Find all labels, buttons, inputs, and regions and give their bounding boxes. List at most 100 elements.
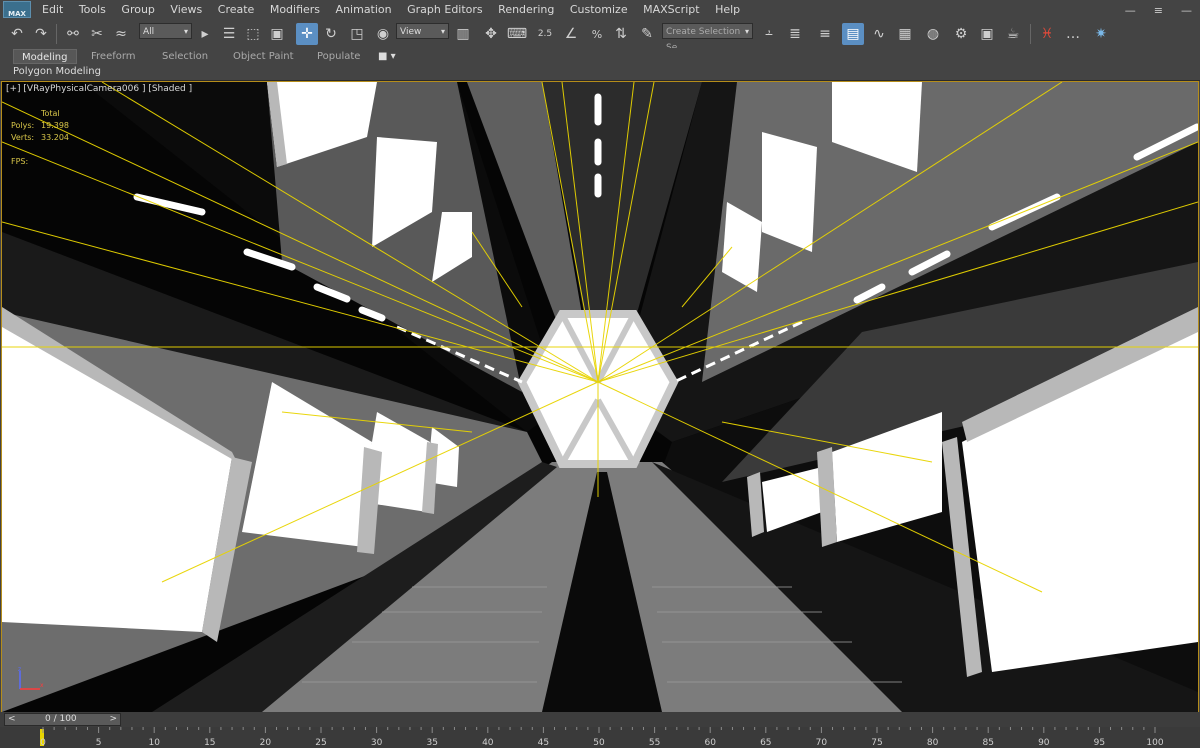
tab-freeform[interactable]: Freeform bbox=[91, 49, 136, 64]
menu-edit[interactable]: Edit bbox=[42, 0, 72, 20]
frame-tick-label: 95 bbox=[1094, 738, 1105, 748]
align-icon[interactable]: ≣ bbox=[784, 23, 806, 45]
app-logo[interactable]: MAX bbox=[3, 1, 31, 18]
render-setup-icon[interactable]: ⚙ bbox=[950, 23, 972, 45]
unlink-icon[interactable]: ✂ bbox=[86, 23, 108, 45]
frame-tick-label: 35 bbox=[426, 738, 437, 748]
track-ruler: 0 5 10 15 20 25 30 35 40 45 50 55 60 65 70 75 80 85 90 95 10… bbox=[0, 727, 1200, 748]
tab-modeling[interactable]: Modeling bbox=[13, 49, 77, 64]
next-frame-button[interactable]: > bbox=[109, 714, 117, 725]
bind-space-warp-icon[interactable]: ≈ bbox=[110, 23, 132, 45]
prev-frame-button[interactable]: < bbox=[8, 714, 16, 725]
camera-viewport[interactable]: [+] [VRayPhysicalCamera006 ] [Shaded ] T… bbox=[1, 81, 1199, 713]
polygon-modeling-label[interactable]: Polygon Modeling bbox=[13, 65, 101, 79]
frame-tick-label: 50 bbox=[593, 738, 605, 748]
rendered-frame-icon[interactable]: ▣ bbox=[976, 23, 998, 45]
stats-verts-label: Verts: bbox=[11, 133, 35, 142]
scene-explorer-icon[interactable]: ▤ bbox=[842, 23, 864, 45]
viewport-label[interactable]: [+] [VRayPhysicalCamera006 ] [Shaded ] bbox=[6, 84, 192, 94]
undo-icon[interactable]: ↶ bbox=[6, 23, 28, 45]
svg-text:z: z bbox=[18, 667, 21, 673]
selection-filter-dropdown[interactable]: All ▾ bbox=[139, 23, 192, 39]
curve-editor-icon[interactable]: ∿ bbox=[868, 23, 890, 45]
tab-populate[interactable]: Populate bbox=[317, 49, 360, 64]
menu-help[interactable]: Help bbox=[715, 0, 749, 20]
link-icon[interactable]: ⚯ bbox=[62, 23, 84, 45]
time-slider[interactable]: < 0 / 100 > bbox=[4, 713, 121, 726]
frame-tick-label: 100 bbox=[1146, 738, 1163, 748]
toolbar-divider bbox=[1030, 24, 1031, 44]
move-icon[interactable]: ✛ bbox=[296, 23, 318, 45]
layer-manager-icon[interactable]: ≡ bbox=[814, 23, 836, 45]
main-toolbar: ↶ ↷ ⚯ ✂ ≈ All ▾ ▸ ☰ ⬚ ▣ ✛ ↻ ◳ ◉ View ▾ ▥ ✥… bbox=[0, 20, 1200, 53]
menu-create[interactable]: Create bbox=[218, 0, 263, 20]
frame-tick-label: 65 bbox=[760, 738, 771, 748]
pivot-center-icon[interactable]: ▥ bbox=[452, 23, 474, 45]
window-crossing-icon[interactable]: ▣ bbox=[266, 23, 288, 45]
toolbar-divider bbox=[56, 24, 57, 44]
menu-rendering[interactable]: Rendering bbox=[498, 0, 563, 20]
frame-display: 0 / 100 bbox=[45, 714, 77, 724]
schematic-view-icon[interactable]: ▦ bbox=[894, 23, 916, 45]
frame-tick-label: 30 bbox=[371, 738, 383, 748]
track-bar[interactable]: 0 5 10 15 20 25 30 35 40 45 50 55 60 65 70 75 80 85 90 95 10… bbox=[0, 727, 1200, 748]
menu-customize[interactable]: Customize bbox=[570, 0, 636, 20]
percent-snap-icon[interactable]: % bbox=[586, 23, 608, 45]
scene-statistics: Total Polys: 19.398 Verts: 33.204 FPS: bbox=[11, 108, 69, 168]
stats-polys-value: 19.398 bbox=[41, 121, 69, 130]
keyboard-shortcut-icon[interactable]: ⌨ bbox=[506, 23, 528, 45]
select-object-icon[interactable]: ▸ bbox=[194, 23, 216, 45]
frame-tick-label: 40 bbox=[482, 738, 494, 748]
ribbon: Modeling Freeform Selection Object Paint… bbox=[0, 48, 1200, 65]
frame-tick-label: 80 bbox=[927, 738, 939, 748]
mirror-icon[interactable]: ⨩ bbox=[758, 23, 780, 45]
frame-tick-label: 15 bbox=[204, 738, 215, 748]
redo-icon[interactable]: ↷ bbox=[30, 23, 52, 45]
tab-object-paint[interactable]: Object Paint bbox=[233, 49, 294, 64]
tab-selection[interactable]: Selection bbox=[162, 49, 208, 64]
named-selection-dropdown[interactable]: Create Selection Se▾ bbox=[662, 23, 753, 53]
minimize-icon[interactable]: — bbox=[1125, 4, 1136, 17]
rect-selection-icon[interactable]: ⬚ bbox=[242, 23, 264, 45]
stats-total-label: Total bbox=[41, 109, 60, 118]
scale-icon[interactable]: ◳ bbox=[346, 23, 368, 45]
snap-toggle-icon[interactable]: 2.5 bbox=[534, 23, 556, 45]
angle-snap-icon[interactable]: ∠ bbox=[560, 23, 582, 45]
menu-animation[interactable]: Animation bbox=[336, 0, 401, 20]
ribbon-panel: Polygon Modeling bbox=[0, 65, 1200, 81]
select-manipulate-icon[interactable]: ✥ bbox=[480, 23, 502, 45]
frame-tick-label: 45 bbox=[538, 738, 549, 748]
stats-polys-label: Polys: bbox=[11, 121, 35, 130]
reference-coord-dropdown[interactable]: View ▾ bbox=[396, 23, 449, 39]
frame-tick-label: 85 bbox=[982, 738, 993, 748]
vray-frame-buffer-icon[interactable]: ✷ bbox=[1090, 23, 1112, 45]
edit-named-selection-icon[interactable]: ✎ bbox=[636, 23, 658, 45]
rotate-icon[interactable]: ↻ bbox=[320, 23, 342, 45]
vray-icon[interactable]: ♓ bbox=[1036, 23, 1058, 45]
ribbon-toggle-icon[interactable]: ≡ bbox=[1154, 4, 1163, 17]
menu-tools[interactable]: Tools bbox=[79, 0, 115, 20]
menu-views[interactable]: Views bbox=[170, 0, 210, 20]
frame-tick-label: 60 bbox=[704, 738, 716, 748]
material-editor-icon[interactable]: ◍ bbox=[922, 23, 944, 45]
axis-gizmo-icon: z x bbox=[18, 667, 44, 690]
close-icon[interactable]: — bbox=[1181, 4, 1192, 17]
frame-tick-label: 25 bbox=[315, 738, 326, 748]
render-production-icon[interactable]: ☕ bbox=[1002, 23, 1024, 45]
corridor-scene bbox=[2, 82, 1198, 712]
menu-maxscript[interactable]: MAXScript bbox=[643, 0, 708, 20]
frame-tick-label: 10 bbox=[148, 738, 160, 748]
menu-group[interactable]: Group bbox=[121, 0, 163, 20]
quick-access: — ≡ — bbox=[1125, 0, 1192, 20]
select-by-name-icon[interactable]: ☰ bbox=[218, 23, 240, 45]
place-icon[interactable]: ◉ bbox=[372, 23, 394, 45]
frame-tick-label: 90 bbox=[1038, 738, 1050, 748]
extra-tool-icon[interactable]: … bbox=[1062, 23, 1084, 45]
menu-modifiers[interactable]: Modifiers bbox=[270, 0, 329, 20]
spinner-snap-icon[interactable]: ⇅ bbox=[610, 23, 632, 45]
time-slider-bar: < 0 / 100 > bbox=[0, 712, 1200, 727]
ribbon-options-icon[interactable]: ■ ▾ bbox=[378, 49, 396, 64]
stats-fps-label: FPS: bbox=[11, 157, 29, 166]
svg-text:x: x bbox=[40, 682, 44, 689]
menu-graph-editors[interactable]: Graph Editors bbox=[407, 0, 491, 20]
